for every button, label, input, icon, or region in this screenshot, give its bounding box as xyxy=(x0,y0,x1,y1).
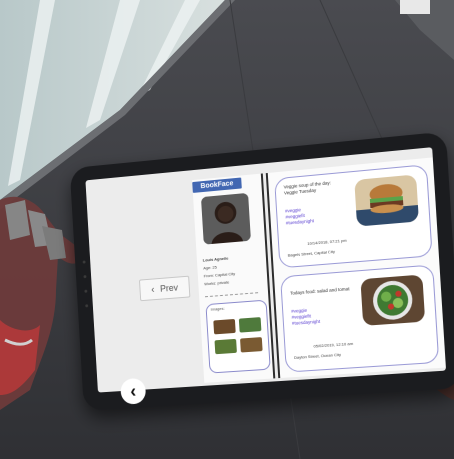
post-location: Dayton Street, Ocean City xyxy=(294,352,341,360)
feed-post[interactable]: Todays food: salad and tomat #veggie #ve… xyxy=(280,264,439,372)
image-thumbnail[interactable] xyxy=(213,319,235,334)
post-tag[interactable]: #tuesdaynight xyxy=(286,218,314,226)
post-tags: #veggie #veggiefit #tuesdaynight xyxy=(285,206,314,227)
feed-panel: Veggie soup of the day: Veggie Tuesday #… xyxy=(266,157,446,378)
post-date: 05/02/2019, 12:10 am xyxy=(313,341,353,349)
tablet-device: ‹ Prev BookFace Louis Agnelle Age: 25 Fr… xyxy=(70,150,454,420)
prev-button[interactable]: ‹ Prev xyxy=(139,276,190,302)
back-button[interactable]: ‹ xyxy=(120,378,146,405)
feed-post[interactable]: Veggie soup of the day: Veggie Tuesday #… xyxy=(274,164,433,268)
vr-scene: ‹ Prev BookFace Louis Agnelle Age: 25 Fr… xyxy=(0,0,454,459)
app-brand-logo: BookFace xyxy=(192,177,242,192)
chevron-left-icon: ‹ xyxy=(151,284,155,295)
images-label: Images: xyxy=(211,306,225,312)
image-thumbnail[interactable] xyxy=(239,317,262,333)
post-text: Veggie soup of the day: Veggie Tuesday xyxy=(283,179,344,197)
profile-images-box: Images: xyxy=(205,300,270,374)
tablet-side-buttons xyxy=(83,260,89,319)
tablet-screen: ‹ Prev BookFace Louis Agnelle Age: 25 Fr… xyxy=(85,147,446,392)
post-image-burger[interactable] xyxy=(354,174,419,226)
post-text: Todays food: salad and tomat xyxy=(290,286,351,297)
profile-divider xyxy=(205,292,258,297)
image-thumbnail[interactable] xyxy=(240,337,263,352)
prev-button-label: Prev xyxy=(160,283,178,294)
profile-works: Works: private xyxy=(204,278,236,288)
tablet-frame: ‹ Prev BookFace Louis Agnelle Age: 25 Fr… xyxy=(70,131,454,411)
profile-info: Louis Agnelle Age: 25 From: Capital City… xyxy=(203,254,236,288)
back-arrow-icon: ‹ xyxy=(130,381,137,402)
post-image-salad[interactable] xyxy=(360,274,425,325)
post-tag[interactable]: #tuesdaynight xyxy=(292,319,321,327)
profile-photo[interactable] xyxy=(201,193,251,245)
post-location: Bagels Street, Capital City xyxy=(288,249,335,258)
image-thumbnail[interactable] xyxy=(214,339,236,354)
post-tags: #veggie #veggiefit #tuesdaynight xyxy=(291,307,320,327)
post-date: 10/14/2018, 07:21 pm xyxy=(307,238,347,246)
profile-panel: BookFace Louis Agnelle Age: 25 From: Cap… xyxy=(192,173,275,382)
